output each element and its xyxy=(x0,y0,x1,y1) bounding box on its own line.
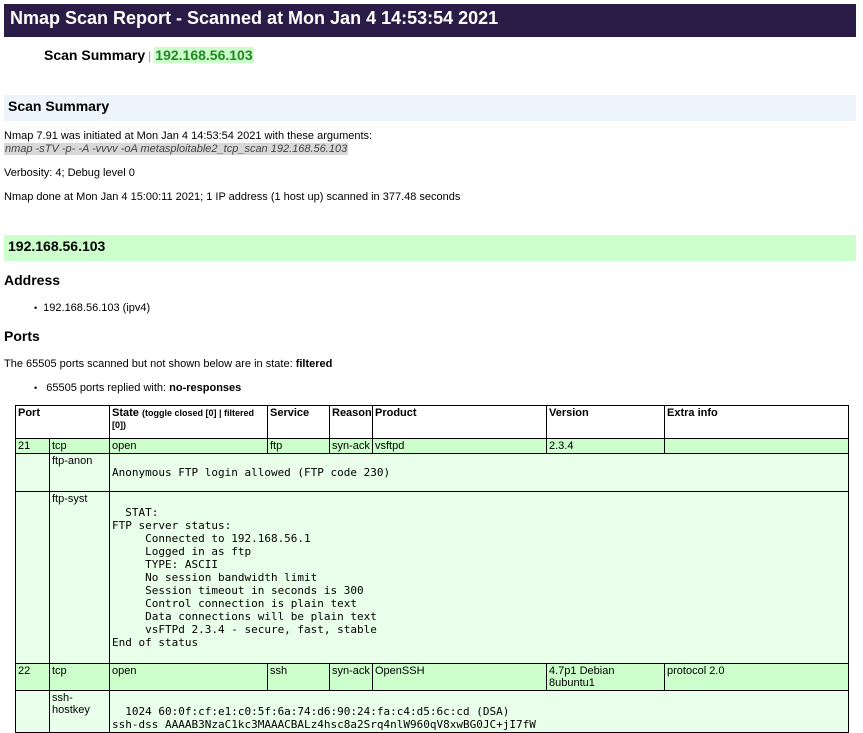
service-cell: ssh xyxy=(267,663,330,691)
service-cell: ftp xyxy=(267,438,330,454)
state-header: State (toggle closed [0] | filtered [0]) xyxy=(109,405,268,439)
scan-summary-link[interactable]: Scan Summary xyxy=(44,47,145,63)
extra-info-cell: protocol 2.0 xyxy=(664,663,849,691)
reason-header: Reason xyxy=(329,405,373,439)
table-row: 22 tcp open ssh syn-ack OpenSSH 4.7p1 De… xyxy=(15,663,849,691)
script-id-cell: ssh-hostkey xyxy=(49,690,110,733)
host-heading: 192.168.56.103 xyxy=(4,235,856,261)
port-cell: 21 xyxy=(15,438,50,454)
product-cell: vsftpd xyxy=(372,438,547,454)
extrareasons-item: 65505 ports replied with: no-responses xyxy=(34,382,241,394)
protocol-cell: tcp xyxy=(49,438,110,454)
script-output-cell: STAT: FTP server status: Connected to 19… xyxy=(109,491,849,664)
product-header: Product xyxy=(372,405,547,439)
state-cell: open xyxy=(109,438,268,454)
port-cell: 22 xyxy=(15,663,50,691)
service-header: Service xyxy=(267,405,330,439)
breadcrumb: Scan Summary | 192.168.56.103 xyxy=(44,47,254,63)
report-title: Nmap Scan Report - Scanned at Mon Jan 4 … xyxy=(4,4,856,37)
script-row: ssh-hostkey 1024 60:0f:cf:e1:c0:5f:6a:74… xyxy=(15,690,849,733)
host-link[interactable]: 192.168.56.103 xyxy=(154,47,254,63)
verbosity-text: Verbosity: 4; Debug level 0 xyxy=(4,167,135,179)
script-output: 1024 60:0f:cf:e1:c0:5f:6a:74:d6:90:24:fa… xyxy=(112,705,536,731)
state-cell: open xyxy=(109,663,268,691)
table-row: 21 tcp open ftp syn-ack vsftpd 2.3.4 xyxy=(15,438,849,454)
blank-cell xyxy=(15,690,50,733)
script-output-cell: Anonymous FTP login allowed (FTP code 23… xyxy=(109,453,849,492)
extra-info-cell xyxy=(664,438,849,454)
port-header: Port xyxy=(15,405,110,439)
ports-table: Port State (toggle closed [0] | filtered… xyxy=(15,405,849,733)
done-text: Nmap done at Mon Jan 4 15:00:11 2021; 1 … xyxy=(4,191,461,203)
script-id-cell: ftp-anon xyxy=(49,453,110,492)
blank-cell xyxy=(15,453,50,492)
version-header: Version xyxy=(546,405,665,439)
initiated-text: Nmap 7.91 was initiated at Mon Jan 4 14:… xyxy=(4,130,373,142)
reason-cell: syn-ack xyxy=(329,438,373,454)
ports-heading: Ports xyxy=(4,328,40,344)
state-header-label: State xyxy=(112,407,139,419)
extra-info-header: Extra info xyxy=(664,405,849,439)
extraports-prefix: The 65505 ports scanned but not shown be… xyxy=(4,358,293,370)
blank-cell xyxy=(15,491,50,664)
script-output: Anonymous FTP login allowed (FTP code 23… xyxy=(112,466,391,479)
table-header-row: Port State (toggle closed [0] | filtered… xyxy=(15,405,849,439)
product-cell: OpenSSH xyxy=(372,663,547,691)
scan-arguments: nmap -sTV -p- -A -vvvv -oA metasploitabl… xyxy=(4,143,349,155)
address-heading: Address xyxy=(4,272,61,288)
script-output: STAT: FTP server status: Connected to 19… xyxy=(112,506,377,649)
scan-summary-heading: Scan Summary xyxy=(4,95,856,121)
reason-cell: syn-ack xyxy=(329,663,373,691)
script-row: ftp-syst STAT: FTP server status: Connec… xyxy=(15,491,849,664)
address-item: 192.168.56.103 (ipv4) xyxy=(34,302,150,314)
script-output-cell: 1024 60:0f:cf:e1:c0:5f:6a:74:d6:90:24:fa… xyxy=(109,690,849,733)
script-id-cell: ftp-syst xyxy=(49,491,110,664)
extraports-text: The 65505 ports scanned but not shown be… xyxy=(4,358,332,370)
version-cell: 4.7p1 Debian 8ubuntu1 xyxy=(546,663,665,691)
protocol-cell: tcp xyxy=(49,663,110,691)
extrareasons-reason: no-responses xyxy=(169,382,242,394)
version-cell: 2.3.4 xyxy=(546,438,665,454)
extraports-state: filtered xyxy=(295,358,333,370)
breadcrumb-separator: | xyxy=(148,49,152,63)
extrareasons-prefix: 65505 ports replied with: xyxy=(46,382,167,394)
script-row: ftp-anon Anonymous FTP login allowed (FT… xyxy=(15,453,849,492)
